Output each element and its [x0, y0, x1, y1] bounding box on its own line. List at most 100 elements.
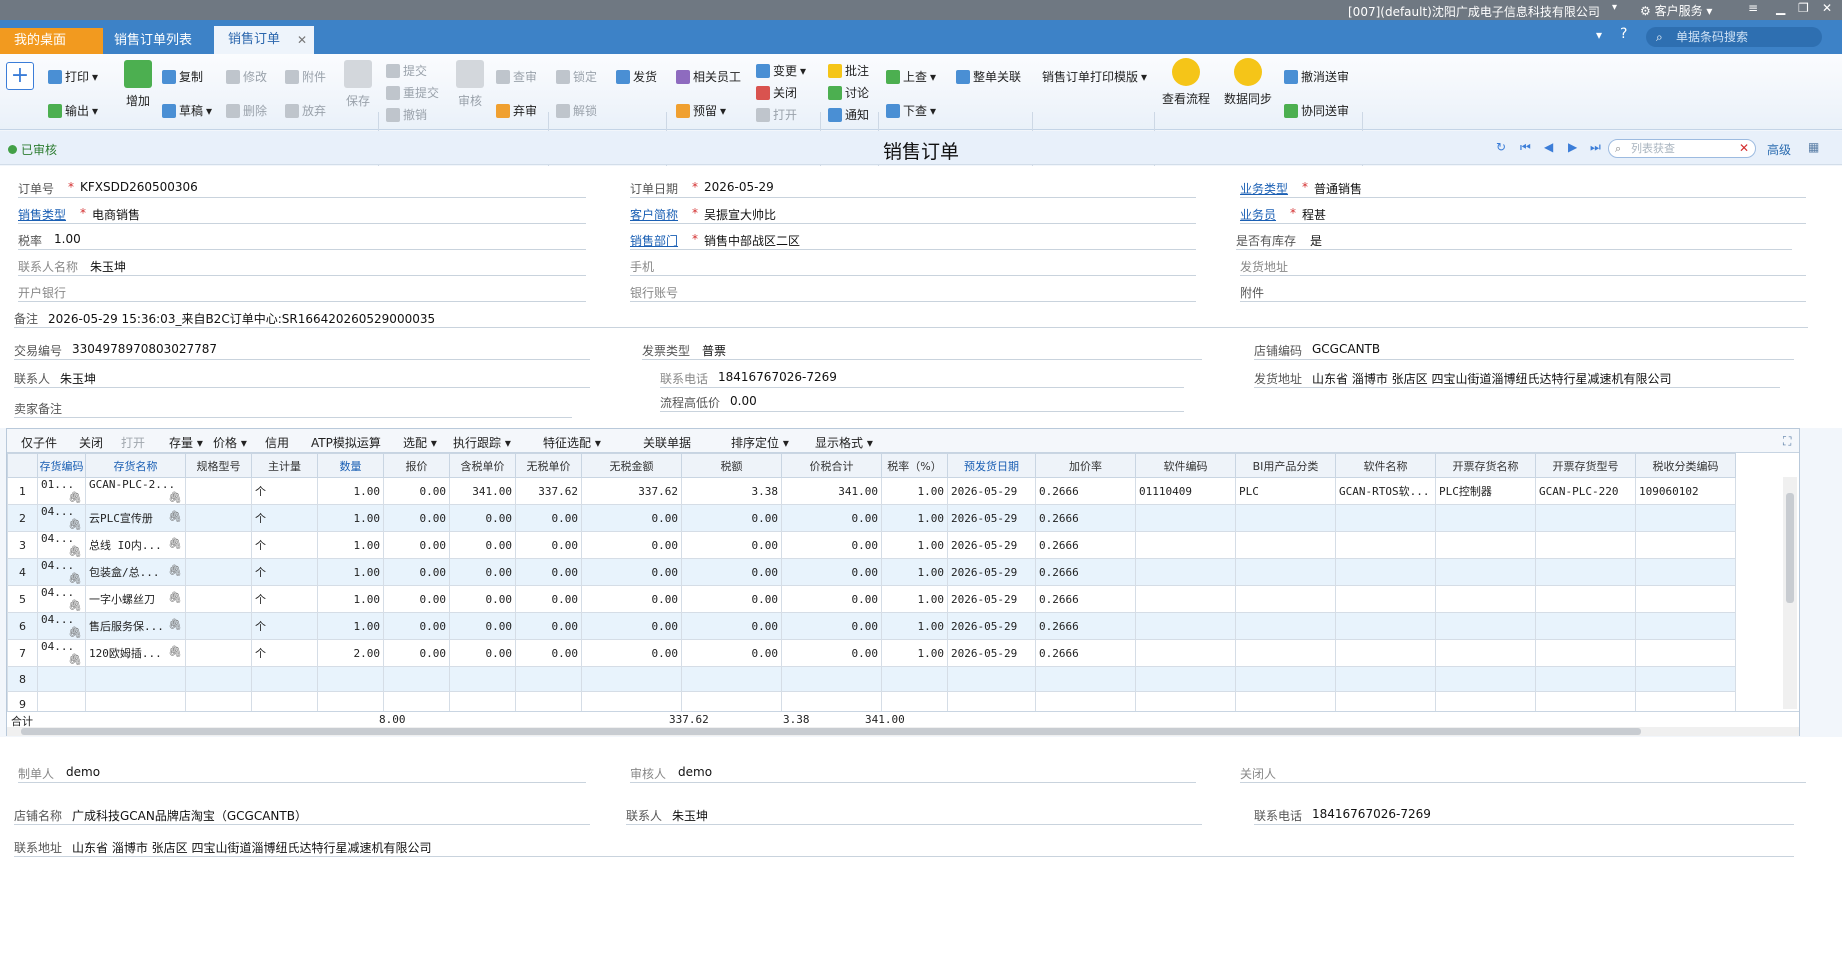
table-cell[interactable]: 一字小螺丝刀 🖇 [85, 585, 186, 613]
table-cell[interactable] [1535, 504, 1636, 532]
table-cell[interactable]: 2026-05-29 [947, 477, 1036, 505]
footer-contact-field[interactable]: 联系人 朱玉坤 [626, 803, 1202, 825]
table-cell[interactable] [185, 639, 252, 667]
save-button[interactable]: 保存 [344, 60, 372, 109]
table-cell[interactable]: 总线 IO内... 🖇 [85, 531, 186, 559]
tab-sales-order[interactable]: 销售订单 ✕ [214, 26, 314, 54]
table-cell[interactable] [1535, 612, 1636, 640]
table-cell[interactable] [185, 666, 252, 692]
paperclip-icon[interactable]: 🖇 [68, 626, 82, 639]
list-search-input[interactable]: ⌕ 列表获查 ✕ [1608, 139, 1756, 158]
table-cell[interactable]: 1.00 [881, 531, 948, 559]
table-cell[interactable]: 04... 🖇 [37, 639, 86, 667]
paperclip-icon[interactable]: 🖇 [68, 518, 82, 531]
table-cell[interactable]: 0.00 [781, 585, 882, 613]
col-header[interactable]: 主计量 [251, 453, 318, 478]
table-cell[interactable] [1335, 558, 1436, 586]
grid-btn-atp[interactable]: ATP模拟运算 [311, 434, 381, 451]
table-cell[interactable]: 04... 🖇 [37, 531, 86, 559]
copy-button[interactable]: 复制 [162, 68, 203, 85]
row-number[interactable]: 4 [7, 558, 38, 586]
table-cell[interactable] [1635, 558, 1736, 586]
ship-address-detail-field[interactable]: 发货地址 山东省 淄博市 张店区 四宝山街道淄博纽氏达特行星减速机有限公司 [1254, 366, 1780, 388]
reserve-button[interactable]: 预留 ▾ [676, 102, 726, 119]
add-button[interactable]: 增加 [124, 60, 152, 109]
unlock-button[interactable]: 解锁 [556, 102, 597, 119]
table-cell[interactable]: 1.00 [317, 531, 384, 559]
table-cell[interactable] [1635, 612, 1736, 640]
table-cell[interactable]: 个 [251, 585, 318, 613]
col-header[interactable]: 报价 [383, 453, 450, 478]
table-cell[interactable] [1335, 585, 1436, 613]
contact-name-field[interactable]: 联系人名称 朱玉坤 [18, 254, 586, 276]
table-cell[interactable] [383, 666, 450, 692]
mobile-field[interactable]: 手机 [630, 254, 1196, 276]
table-cell[interactable]: 0.00 [781, 504, 882, 532]
table-cell[interactable]: 337.62 [581, 477, 682, 505]
table-cell[interactable] [1235, 639, 1336, 667]
refresh-icon[interactable]: ↻ [1496, 140, 1506, 154]
table-cell[interactable]: 0.2666 [1035, 558, 1136, 586]
table-cell[interactable]: 0.00 [383, 531, 450, 559]
tab-my-desktop[interactable]: 我的桌面 [0, 28, 103, 54]
table-cell[interactable]: 0.2666 [1035, 585, 1136, 613]
prev-record-icon[interactable]: ◀ [1544, 140, 1553, 154]
table-cell[interactable]: 0.00 [681, 531, 782, 559]
table-cell[interactable] [1135, 639, 1236, 667]
table-cell[interactable]: 01... 🖇 [37, 477, 86, 505]
tab-sales-order-list[interactable]: 销售订单列表 [100, 28, 216, 54]
table-cell[interactable]: 0.00 [449, 504, 516, 532]
table-cell[interactable]: 0.00 [515, 558, 582, 586]
table-row[interactable]: 5 04... 🖇 一字小螺丝刀 🖇 个 1.00 0.00 0.00 0.00 0.00 0.0… [7, 585, 1736, 613]
col-header[interactable]: 规格型号 [185, 453, 252, 478]
table-row[interactable]: 8 [7, 666, 1736, 692]
prev-search-button[interactable]: 上查 ▾ [886, 68, 936, 85]
table-cell[interactable]: GCAN-RTOS软... [1335, 477, 1436, 505]
paperclip-icon[interactable]: 🖇 [68, 599, 82, 612]
table-cell[interactable] [1135, 585, 1236, 613]
paperclip-icon[interactable]: 🖇 [168, 537, 182, 550]
grid-btn-feature[interactable]: 特征选配 ▾ [543, 434, 601, 451]
col-header[interactable]: 数量 [317, 453, 384, 478]
table-cell[interactable]: 120欧姆插... 🖇 [85, 639, 186, 667]
table-cell[interactable]: 0.2666 [1035, 612, 1136, 640]
table-cell[interactable]: 0.00 [581, 585, 682, 613]
table-cell[interactable]: PLC控制器 [1435, 477, 1536, 505]
order-date-field[interactable]: 订单日期 * 2026-05-29 [630, 176, 1196, 198]
table-cell[interactable]: 售后服务保... 🖇 [85, 612, 186, 640]
vertical-scrollbar[interactable] [1783, 477, 1797, 709]
fullscreen-icon[interactable]: ⛶ [1783, 434, 1791, 449]
order-no-field[interactable]: 订单号 * KFXSDD260500306 [18, 176, 586, 198]
table-cell[interactable]: 0.00 [515, 612, 582, 640]
shop-code-field[interactable]: 店铺编码 GCGCANTB [1254, 338, 1794, 360]
table-cell[interactable] [185, 585, 252, 613]
close-tab-icon[interactable]: ✕ [297, 26, 307, 54]
table-cell[interactable] [1435, 585, 1536, 613]
table-cell[interactable] [185, 504, 252, 532]
table-row[interactable]: 4 04... 🖇 包装盒/总... 🖇 个 1.00 0.00 0.00 0.00 0.00 0… [7, 558, 1736, 586]
col-header[interactable]: 含税单价 [449, 453, 516, 478]
table-cell[interactable]: 2026-05-29 [947, 612, 1036, 640]
remark-field[interactable]: 备注 2026-05-29 15:36:03_来自B2C订单中心:SR166420… [14, 306, 1808, 328]
table-cell[interactable]: 个 [251, 612, 318, 640]
table-cell[interactable] [947, 666, 1036, 692]
table-cell[interactable]: 个 [251, 504, 318, 532]
tax-rate-field[interactable]: 税率 1.00 [18, 228, 586, 250]
customer-field[interactable]: 客户简称 * 吴振宣大帅比 [630, 202, 1196, 224]
table-cell[interactable]: 1.00 [881, 585, 948, 613]
table-row[interactable]: 6 04... 🖇 售后服务保... 🖇 个 1.00 0.00 0.00 0.00 0.00 0… [7, 612, 1736, 640]
table-cell[interactable] [1635, 639, 1736, 667]
table-cell[interactable]: 0.00 [449, 612, 516, 640]
export-button[interactable]: 输出 ▾ [48, 102, 98, 119]
grid-btn-close[interactable]: 关闭 [79, 434, 103, 451]
print-button[interactable]: 打印 ▾ [48, 68, 98, 85]
table-cell[interactable]: 0.00 [681, 585, 782, 613]
table-cell[interactable]: 0.00 [515, 531, 582, 559]
draft-button[interactable]: 草稿 ▾ [162, 102, 212, 119]
next-record-icon[interactable]: ▶ [1568, 140, 1577, 154]
table-cell[interactable] [1535, 558, 1636, 586]
data-sync-button[interactable]: 数据同步 [1224, 58, 1272, 107]
row-number[interactable]: 8 [7, 666, 38, 692]
invoice-type-field[interactable]: 发票类型 普票 [642, 338, 1202, 360]
discard-button[interactable]: 放弃 [285, 102, 326, 119]
